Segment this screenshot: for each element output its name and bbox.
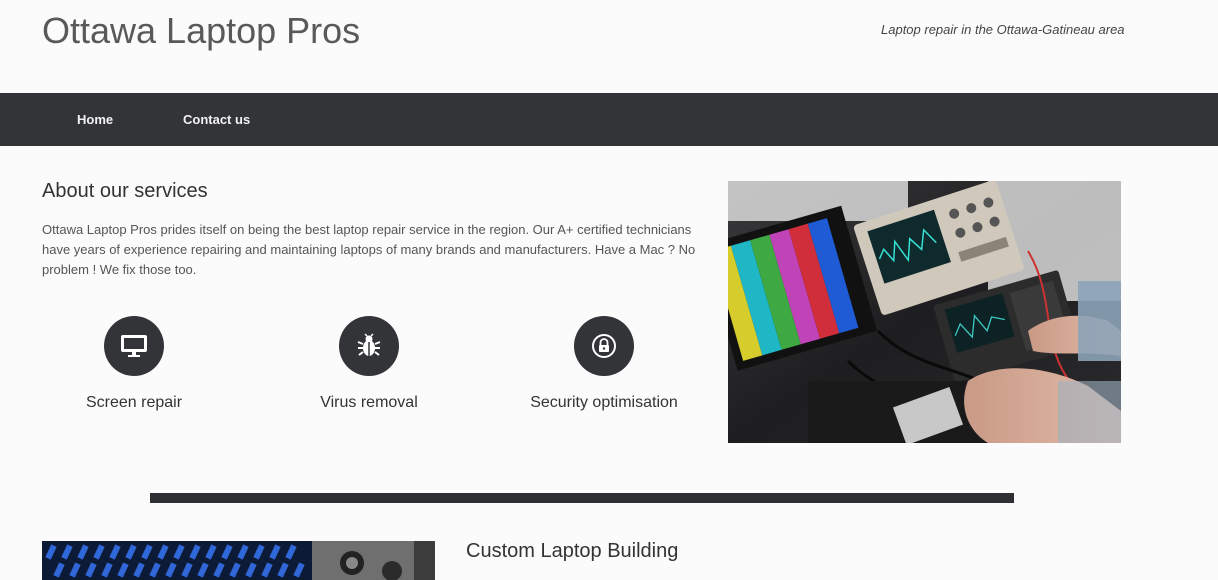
- service-security-optimisation: Security optimisation: [514, 316, 694, 412]
- bug-icon: [339, 316, 399, 376]
- lock-icon: [574, 316, 634, 376]
- about-heading: About our services: [42, 180, 208, 202]
- about-text: Ottawa Laptop Pros prides itself on bein…: [42, 222, 696, 277]
- site-tagline: Laptop repair in the Ottawa-Gatineau are…: [881, 22, 1125, 37]
- service-virus-removal: Virus removal: [279, 316, 459, 412]
- service-screen-repair: Screen repair: [44, 316, 224, 412]
- keyboard-photo: [42, 541, 435, 580]
- service-label: Screen repair: [85, 394, 183, 411]
- custom-laptop-heading: Custom Laptop Building: [466, 540, 679, 562]
- nav-item-home[interactable]: Home: [77, 93, 113, 146]
- service-label: Virus removal: [320, 394, 418, 411]
- site-title: Ottawa Laptop Pros: [42, 10, 361, 51]
- monitor-icon: [104, 316, 164, 376]
- main-navbar: Home Contact us: [0, 93, 1218, 146]
- service-label: Security optimisation: [530, 394, 678, 411]
- section-divider: [150, 493, 1014, 503]
- nav-item-contact[interactable]: Contact us: [183, 93, 250, 146]
- electronics-lab-photo: [728, 181, 1121, 443]
